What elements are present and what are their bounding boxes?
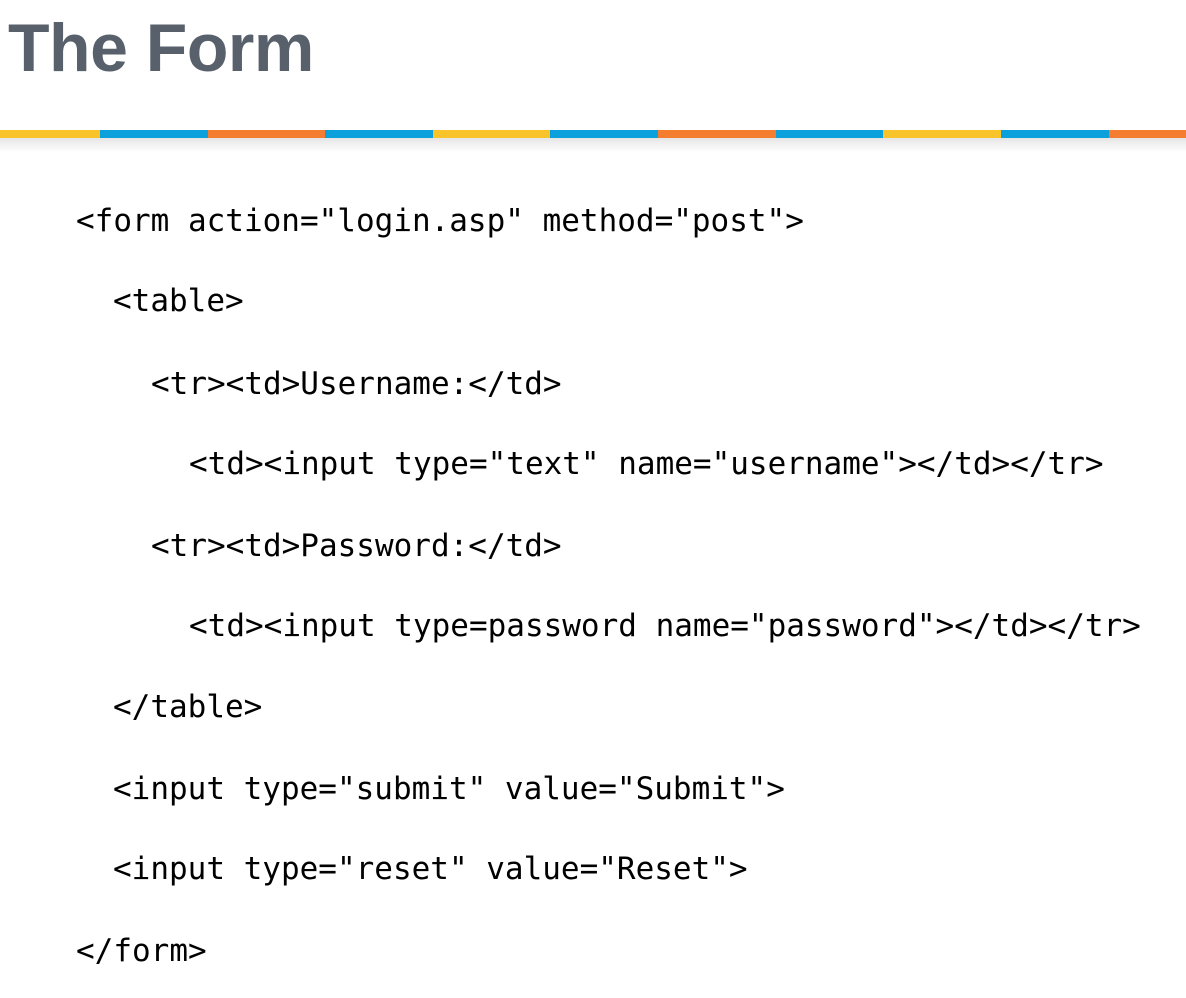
code-line-password-input: <td><input type=password name="password"… [189,608,1141,644]
code-line-submit-input: <input type="submit" value="Submit"> [113,771,785,807]
code-line-table-close: </table> [113,689,263,725]
code-line-username-label: <tr><td>Username:</td> [151,366,562,402]
stripe-segment [776,130,883,138]
code-line-form-close: </form> [76,933,207,969]
color-stripe-divider [0,130,1186,138]
stripe-segment [100,130,208,138]
code-line-table-open: <table> [113,283,244,319]
code-line-form-open: <form action="login.asp" method="post"> [76,203,804,239]
code-line-reset-input: <input type="reset" value="Reset"> [113,851,748,887]
stripe-segment [883,130,1001,138]
stripe-shadow [0,138,1186,152]
code-line-username-input: <td><input type="text" name="username"><… [189,446,1104,482]
stripe-segment [1109,130,1186,138]
stripe-segment [1001,130,1109,138]
stripe-segment [658,130,776,138]
stripe-segment [433,130,550,138]
stripe-segment [550,130,658,138]
slide-title: The Form [8,10,314,86]
stripe-segment [208,130,325,138]
stripe-segment [0,130,100,138]
code-line-password-label: <tr><td>Password:</td> [151,528,562,564]
stripe-segment [325,130,433,138]
